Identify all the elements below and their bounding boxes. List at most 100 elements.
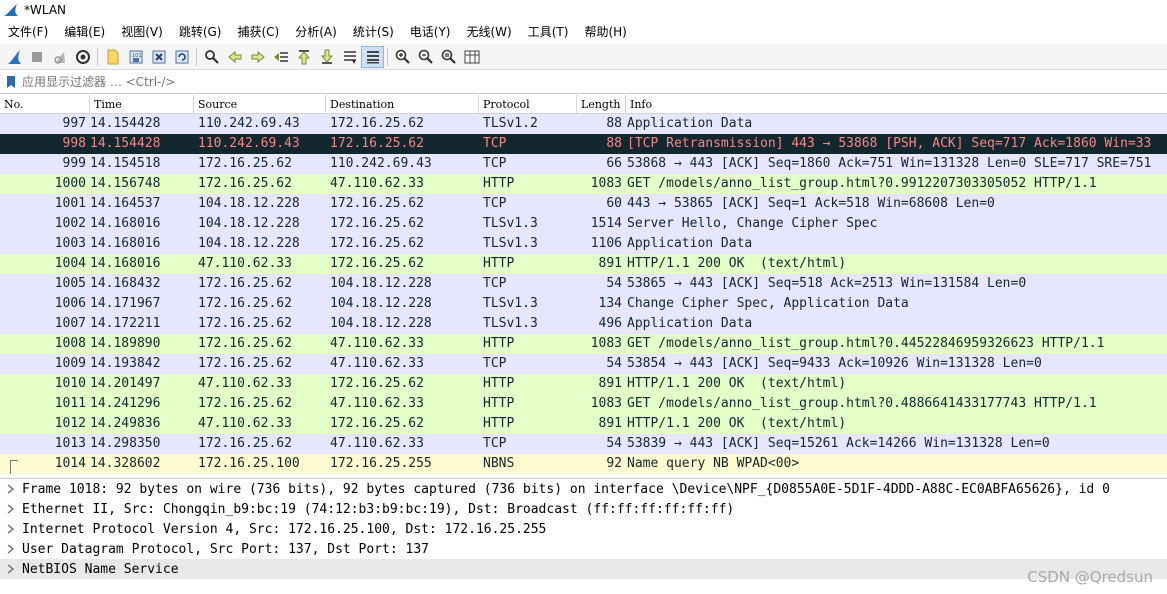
expand-arrow-icon[interactable] xyxy=(0,564,22,574)
packet-info-cell: 53865 → 443 [ACK] Seq=518 Ack=2513 Win=1… xyxy=(627,276,1027,291)
go-last-icon[interactable] xyxy=(315,46,338,68)
column-header-length[interactable]: Length xyxy=(577,95,626,113)
save-file-icon[interactable]: 101 xyxy=(124,46,147,68)
expand-arrow-icon[interactable] xyxy=(0,544,22,554)
packet-destination-cell: 47.110.62.33 xyxy=(330,176,424,191)
packet-row[interactable]: 1008 14.189890 172.16.25.62 47.110.62.33 HTT… xyxy=(0,334,1167,354)
packet-row[interactable]: 1014 14.328602 172.16.25.100 172.16.25.255 N… xyxy=(0,454,1167,474)
display-filter-input[interactable] xyxy=(20,72,1167,92)
packet-destination-cell: 47.110.62.33 xyxy=(330,396,424,411)
start-capture-icon[interactable] xyxy=(2,46,25,68)
detail-row-ethernet[interactable]: Ethernet II, Src: Chongqin_b9:bc:19 (74:… xyxy=(0,499,1167,519)
packet-time-cell: 14.241296 xyxy=(90,396,161,411)
zoom-out-icon[interactable] xyxy=(414,46,437,68)
packet-time-cell: 14.171967 xyxy=(90,296,161,311)
packet-info-cell: Change Cipher Spec, Application Data xyxy=(627,296,909,311)
expand-arrow-icon[interactable] xyxy=(0,524,22,534)
expand-arrow-icon[interactable] xyxy=(0,504,22,514)
packet-row[interactable]: 999 14.154518 172.16.25.62 110.242.69.43 TCP… xyxy=(0,154,1167,174)
go-forward-icon[interactable] xyxy=(246,46,269,68)
menu-telephony[interactable]: 电话(Y) xyxy=(402,20,459,44)
column-header-time[interactable]: Time xyxy=(90,95,194,113)
packet-time-cell: 14.172211 xyxy=(90,316,161,331)
packet-row[interactable]: 1004 14.168016 47.110.62.33 172.16.25.62 HTT… xyxy=(0,254,1167,274)
menu-help[interactable]: 帮助(H) xyxy=(576,20,634,44)
colorize-icon[interactable] xyxy=(361,45,384,68)
restart-capture-icon[interactable] xyxy=(48,46,71,68)
go-back-icon[interactable] xyxy=(223,46,246,68)
open-file-icon[interactable] xyxy=(101,46,124,68)
capture-options-icon[interactable] xyxy=(71,46,94,68)
packet-row[interactable]: 1000 14.156748 172.16.25.62 47.110.62.33 HTT… xyxy=(0,174,1167,194)
wireshark-logo-icon xyxy=(4,4,18,16)
packet-destination-cell: 47.110.62.33 xyxy=(330,336,424,351)
packet-row[interactable]: 1006 14.171967 172.16.25.62 104.18.12.228 TL… xyxy=(0,294,1167,314)
packet-no-cell: 1010 xyxy=(54,376,86,391)
column-header-info[interactable]: Info xyxy=(626,95,1167,113)
menu-edit[interactable]: 编辑(E) xyxy=(56,20,113,44)
bookmark-icon[interactable] xyxy=(2,72,20,92)
packet-row[interactable]: 998 14.154428 110.242.69.43 172.16.25.62 TCP… xyxy=(0,134,1167,154)
auto-scroll-icon[interactable] xyxy=(338,46,361,68)
packet-info-cell: GET /models/anno_list_group.html?0.44522… xyxy=(627,336,1105,351)
menu-analyze[interactable]: 分析(A) xyxy=(287,20,345,44)
packet-length-cell: 54 xyxy=(606,356,622,371)
detail-row-udp[interactable]: User Datagram Protocol, Src Port: 137, D… xyxy=(0,539,1167,559)
packet-no-cell: 1011 xyxy=(54,396,86,411)
packet-length-cell: 891 xyxy=(598,416,622,431)
reload-file-icon[interactable] xyxy=(170,46,193,68)
packet-length-cell: 134 xyxy=(598,296,622,311)
menu-tools[interactable]: 工具(T) xyxy=(520,20,577,44)
column-header-source[interactable]: Source xyxy=(194,95,326,113)
packet-row[interactable]: 1012 14.249836 47.110.62.33 172.16.25.62 HTT… xyxy=(0,414,1167,434)
go-first-icon[interactable] xyxy=(292,46,315,68)
packet-source-cell: 172.16.25.100 xyxy=(198,456,300,471)
packet-row[interactable]: 1002 14.168016 104.18.12.228 172.16.25.62 TL… xyxy=(0,214,1167,234)
packet-protocol-cell: TLSv1.3 xyxy=(483,316,538,331)
packet-row[interactable]: 1007 14.172211 172.16.25.62 104.18.12.228 TL… xyxy=(0,314,1167,334)
menu-file[interactable]: 文件(F) xyxy=(0,20,56,44)
packet-row[interactable]: 1001 14.164537 104.18.12.228 172.16.25.62 TC… xyxy=(0,194,1167,214)
packet-row[interactable]: 1009 14.193842 172.16.25.62 47.110.62.33 TCP… xyxy=(0,354,1167,374)
close-file-icon[interactable] xyxy=(147,46,170,68)
menu-capture[interactable]: 捕获(C) xyxy=(229,20,287,44)
packet-info-cell: 53839 → 443 [ACK] Seq=15261 Ack=14266 Wi… xyxy=(627,436,1050,451)
packet-destination-cell: 172.16.25.62 xyxy=(330,376,424,391)
column-header-no[interactable]: No. xyxy=(0,95,90,113)
detail-row-ipv4[interactable]: Internet Protocol Version 4, Src: 172.16… xyxy=(0,519,1167,539)
packet-row[interactable]: 1013 14.298350 172.16.25.62 47.110.62.33 TCP… xyxy=(0,434,1167,454)
packet-details-pane: Frame 1018: 92 bytes on wire (736 bits),… xyxy=(0,478,1167,594)
packet-row[interactable]: 1010 14.201497 47.110.62.33 172.16.25.62 HTT… xyxy=(0,374,1167,394)
zoom-in-icon[interactable] xyxy=(391,46,414,68)
packet-row[interactable]: 1003 14.168016 104.18.12.228 172.16.25.62 TL… xyxy=(0,234,1167,254)
normal-size-icon[interactable] xyxy=(437,46,460,68)
menu-statistics[interactable]: 统计(S) xyxy=(345,20,402,44)
packet-row[interactable]: 997 14.154428 110.242.69.43 172.16.25.62 TLS… xyxy=(0,114,1167,134)
detail-row-frame[interactable]: Frame 1018: 92 bytes on wire (736 bits),… xyxy=(0,479,1167,499)
menu-wireless[interactable]: 无线(W) xyxy=(459,20,520,44)
detail-row-label: User Datagram Protocol, Src Port: 137, D… xyxy=(22,541,429,557)
packet-info-cell: 53854 → 443 [ACK] Seq=9433 Ack=10926 Win… xyxy=(627,356,1042,371)
packet-length-cell: 88 xyxy=(606,116,622,131)
packet-info-cell: HTTP/1.1 200 OK (text/html) xyxy=(627,376,847,391)
find-packet-icon[interactable] xyxy=(200,46,223,68)
packet-time-cell: 14.298350 xyxy=(90,436,161,451)
expand-arrow-icon[interactable] xyxy=(0,484,22,494)
packet-info-cell: 53868 → 443 [ACK] Seq=1860 Ack=751 Win=1… xyxy=(627,156,1152,171)
column-header-destination[interactable]: Destination xyxy=(326,95,479,113)
detail-row-label: Internet Protocol Version 4, Src: 172.16… xyxy=(22,521,547,537)
stop-capture-icon[interactable] xyxy=(25,46,48,68)
packet-source-cell: 172.16.25.62 xyxy=(198,316,292,331)
packet-source-cell: 172.16.25.62 xyxy=(198,356,292,371)
column-header-protocol[interactable]: Protocol xyxy=(479,95,577,113)
packet-protocol-cell: TLSv1.3 xyxy=(483,296,538,311)
detail-row-nbns[interactable]: NetBIOS Name Service xyxy=(0,559,1167,579)
packet-row[interactable]: 1011 14.241296 172.16.25.62 47.110.62.33 HTT… xyxy=(0,394,1167,414)
menu-go[interactable]: 跳转(G) xyxy=(171,20,230,44)
packet-row[interactable]: 1005 14.168432 172.16.25.62 104.18.12.228 TC… xyxy=(0,274,1167,294)
packet-no-cell: 997 xyxy=(62,116,86,131)
packet-no-cell: 1005 xyxy=(54,276,86,291)
menu-view[interactable]: 视图(V) xyxy=(113,20,171,44)
resize-columns-icon[interactable] xyxy=(460,46,483,68)
go-to-packet-icon[interactable] xyxy=(269,46,292,68)
